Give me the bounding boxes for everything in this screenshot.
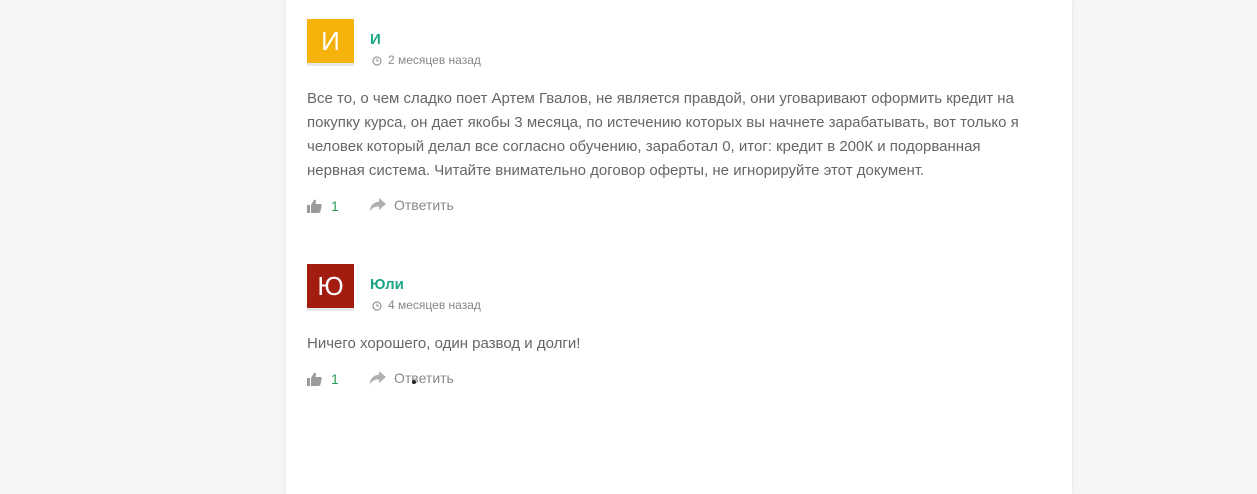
comment-date: 2 месяцев назад [372,53,481,69]
avatar: И [307,19,354,66]
thumbs-up-icon[interactable] [307,199,322,218]
comments-card: И И 2 месяцев назад Все то, о чем сладко… [286,0,1072,494]
reply-button[interactable]: Ответить [394,197,454,213]
like-count: 1 [331,371,339,387]
comment-text: Ничего хорошего, один развод и долги! [307,335,581,352]
mouse-cursor-icon [412,380,416,384]
clock-icon [372,300,382,314]
clock-icon [372,55,382,69]
comment-author[interactable]: Юли [370,276,404,293]
comment-date-text: 4 месяцев назад [388,298,481,312]
comment-text: Все то, о чем сладко поет Артем Гвалов, … [307,90,1019,179]
comment-actions: 1 Ответить [307,370,607,390]
like-count: 1 [331,198,339,214]
reply-arrow-icon[interactable] [369,371,386,391]
comment-author[interactable]: И [370,31,381,48]
reply-button[interactable]: Ответить [394,370,454,386]
comment-actions: 1 Ответить [307,197,607,217]
comment-date-text: 2 месяцев назад [388,53,481,67]
avatar: Ю [307,264,354,311]
comment-date: 4 месяцев назад [372,298,481,314]
reply-arrow-icon[interactable] [369,198,386,218]
thumbs-up-icon[interactable] [307,372,322,391]
